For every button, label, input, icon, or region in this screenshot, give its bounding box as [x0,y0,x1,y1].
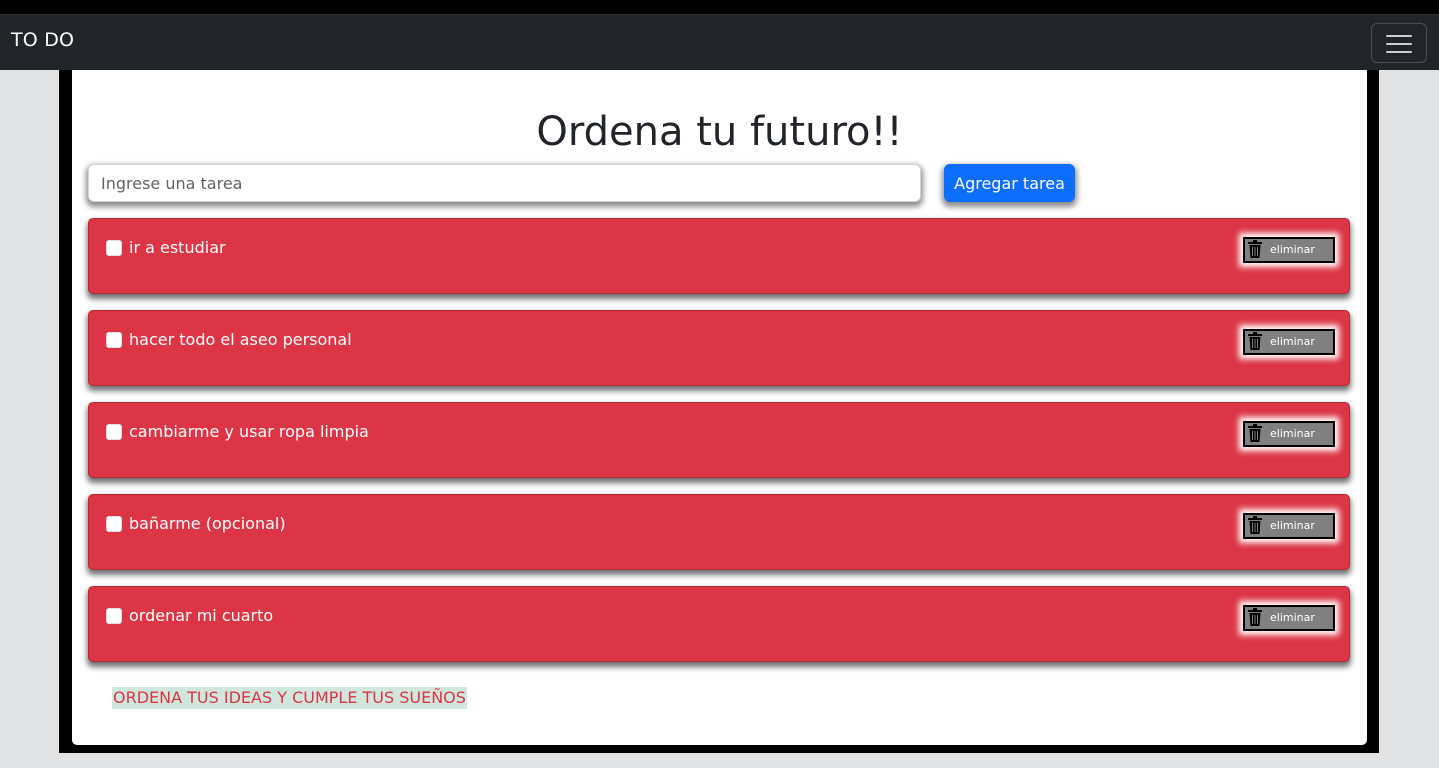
trash-icon [1248,240,1262,258]
task-checkbox[interactable] [106,608,122,624]
delete-task-button[interactable]: eliminar [1243,421,1335,447]
task-item: ordenar mi cuarto eliminar [88,586,1350,662]
delete-task-button[interactable]: eliminar [1243,237,1335,263]
task-label: hacer todo el aseo personal [129,330,352,349]
footer-motto: ORDENA TUS IDEAS Y CUMPLE TUS SUEÑOS [112,687,467,709]
task-item: cambiarme y usar ropa limpia eliminar [88,402,1350,478]
delete-label: eliminar [1270,243,1315,256]
task-checkbox[interactable] [106,332,122,348]
delete-task-button[interactable]: eliminar [1243,329,1335,355]
task-label: bañarme (opcional) [129,514,286,533]
trash-icon [1248,424,1262,442]
task-label: ordenar mi cuarto [129,606,274,625]
add-task-button[interactable]: Agregar tarea [944,164,1075,202]
delete-label: eliminar [1270,611,1315,624]
delete-task-button[interactable]: eliminar [1243,513,1335,539]
task-item: hacer todo el aseo personal eliminar [88,310,1350,386]
task-item: bañarme (opcional) eliminar [88,494,1350,570]
task-checkbox[interactable] [106,240,122,256]
navbar-brand[interactable]: TO DO [11,29,74,51]
page-title: Ordena tu futuro!! [536,109,903,155]
trash-icon [1248,332,1262,350]
task-checkbox[interactable] [106,424,122,440]
trash-icon [1248,516,1262,534]
delete-label: eliminar [1270,519,1315,532]
navbar-toggler-button[interactable] [1371,23,1427,63]
trash-icon [1248,608,1262,626]
task-checkbox[interactable] [106,516,122,532]
task-item: ir a estudiar eliminar [88,218,1350,294]
delete-label: eliminar [1270,335,1315,348]
delete-label: eliminar [1270,427,1315,440]
task-label: cambiarme y usar ropa limpia [129,422,369,441]
hamburger-menu-icon [1386,35,1412,37]
window-top-strip [0,0,1439,14]
delete-task-button[interactable]: eliminar [1243,605,1335,631]
task-input[interactable] [88,164,921,202]
task-label: ir a estudiar [129,238,226,257]
navbar: TO DO [0,14,1439,70]
